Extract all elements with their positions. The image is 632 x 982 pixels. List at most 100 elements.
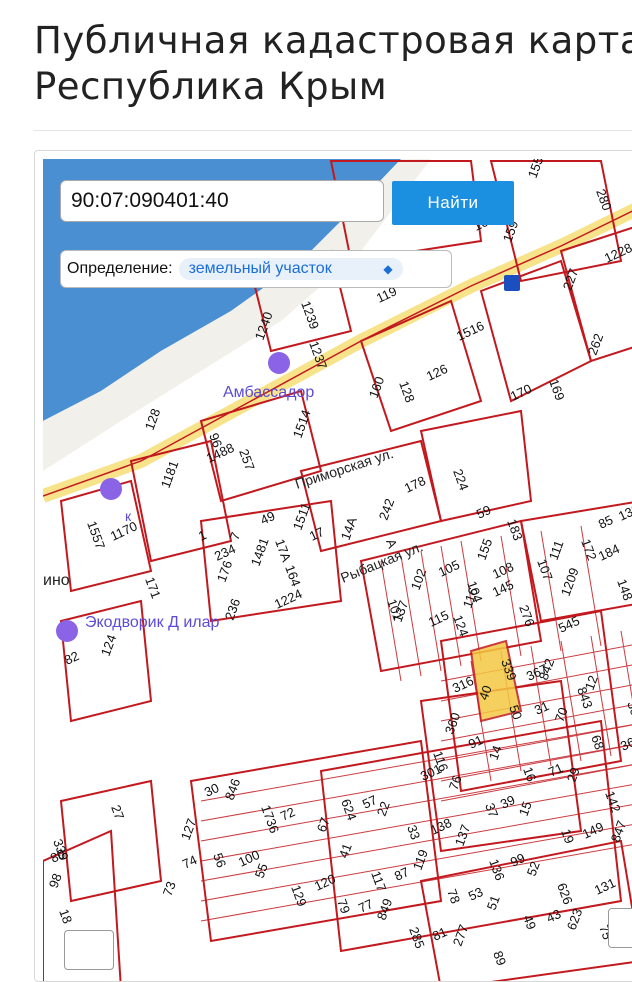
parcel-number-label: 73	[160, 879, 179, 898]
parcel-number-label: 17A	[272, 537, 294, 564]
parcel-number-label: 76	[446, 773, 465, 792]
parcel-number-label: 19	[558, 827, 577, 846]
parcel-number-label: 1209	[558, 566, 582, 598]
parcel-number-label: 224	[450, 467, 472, 493]
parcel-number-label: 1181	[158, 459, 182, 490]
parcel-number-label: 624	[338, 797, 360, 823]
parcel-number-label: 545	[556, 613, 582, 636]
parcel-number-label: 91	[466, 732, 485, 752]
parcel-number-label: 169	[546, 377, 568, 403]
parcel-number-label: 142	[602, 789, 624, 815]
parcel-number-label: 99	[508, 850, 527, 870]
parcel-number-label: 53	[466, 884, 485, 904]
parcel-number-label: 131	[592, 875, 618, 898]
parcel-number-label: 59	[474, 502, 493, 522]
parcel-number-label: 98	[46, 871, 65, 890]
parcel-number-label: 178	[402, 473, 428, 496]
place-label-ino: ино	[43, 572, 70, 589]
parcel-number-label: 626	[554, 881, 576, 907]
search-button[interactable]: Найти	[392, 181, 514, 225]
parcel-number-label: 56	[210, 851, 229, 870]
parcel-number-label: 1511	[290, 501, 314, 532]
parcel-number-label: 43	[544, 906, 563, 926]
parcel-number-label: 128	[396, 379, 418, 405]
parcel-number-label: 148	[614, 577, 632, 603]
parcel-number-label: 105	[436, 557, 462, 580]
parcel-number-label: 128	[142, 407, 164, 433]
parcel-number-label: 1239	[298, 299, 322, 331]
parcel-number-label: 1170	[108, 518, 140, 543]
parcel-number-label: 107	[534, 557, 556, 583]
parcel-number-label: 30	[202, 780, 221, 800]
parcel-number-label: 171	[142, 575, 164, 601]
definition-label: Определение:	[67, 260, 173, 277]
layers-button[interactable]	[64, 930, 114, 970]
parcel-number-label: 277	[450, 923, 472, 949]
parcel-number-label: 70	[552, 705, 571, 724]
parcel-number-label: 1	[196, 527, 209, 544]
parcel-number-label: 102	[408, 567, 430, 593]
parcel-number-label: 242	[376, 497, 398, 523]
definition-selected-value: земельный участок	[188, 260, 332, 277]
title-divider	[34, 130, 632, 131]
chevron-updown-icon: ◆	[383, 262, 393, 276]
parcel-number-label: 41	[336, 841, 355, 860]
cadastral-number-input[interactable]	[60, 180, 384, 222]
parcel-number-label: 85	[596, 512, 615, 532]
parcel-number-label: 78	[444, 887, 463, 906]
parcel-number-label: 124	[450, 613, 472, 639]
poi-ecodvorik-icon	[56, 620, 78, 642]
parcel-number-label: 842	[536, 657, 558, 683]
parcel-number-label: 847	[608, 819, 630, 845]
parcel-number-label: 51	[484, 893, 503, 912]
parcel-number-label: 155	[474, 537, 496, 563]
parcel-number-label: 18	[56, 907, 75, 926]
page-title: Публичная кадастровая карта Республика К…	[34, 19, 632, 108]
parcel-number-label: 124	[98, 633, 120, 659]
parcel-number-label: 37	[482, 801, 501, 820]
definition-row: Определение: земельный участок ◆	[60, 250, 452, 288]
parcel-number-label: 89	[490, 949, 509, 968]
parcel-number-label: 14A	[338, 515, 360, 542]
parcel-number-label: 7	[227, 530, 244, 542]
parcel-number-label: 137	[452, 823, 474, 849]
parcel-number-label: 136	[486, 857, 508, 883]
parcel-number-label: 305	[624, 699, 632, 725]
parcel-number-label: 149	[580, 819, 606, 842]
parcel-number-label: 1516	[454, 318, 487, 344]
parcel-number-label: 119	[410, 847, 431, 872]
parcel-number-label: 285	[406, 925, 428, 951]
parcel-number-label: 170	[508, 381, 534, 404]
parcel-number-label: 17	[307, 524, 326, 544]
parcel-number-label: 360	[442, 711, 464, 737]
parcel-number-label: 1550	[525, 159, 549, 180]
parcel-number-label: 138	[428, 815, 454, 838]
parcel-number-label: 849	[374, 897, 396, 923]
parcel-number-label: 160	[366, 375, 388, 401]
parcel-number-label: 115	[426, 607, 451, 629]
parcel-number-label: 236	[222, 597, 244, 623]
parcel-number-label: 117	[368, 869, 389, 894]
parcel-number-label: 257	[236, 447, 258, 473]
fullscreen-button[interactable]	[608, 908, 632, 948]
poi-restaurant-icon	[100, 478, 122, 500]
parcel-number-label: 316	[450, 673, 476, 696]
parcel-number-label: 74	[180, 852, 199, 872]
parcel-number-label: 16	[520, 765, 539, 784]
transport-icon	[504, 275, 520, 291]
parcel-number-label: 1557	[84, 519, 108, 551]
parcel-number-label: 39	[498, 792, 517, 812]
parcel-number-label: 262	[585, 332, 607, 358]
parcel-number-label: 164	[282, 563, 304, 589]
parcel-number-label: 27	[108, 803, 127, 822]
parcel-number-label: 108	[490, 559, 516, 582]
poi-ambassador-label: Амбассадор	[223, 384, 314, 401]
definition-select[interactable]: земельный участок ◆	[178, 258, 403, 280]
parcel-number-label: 33	[404, 823, 423, 842]
poi-ecodvorik-label: Экодворик Д илар	[85, 614, 220, 631]
parcel-number-label: 14	[486, 743, 505, 762]
parcel-number-label: 55	[252, 861, 271, 880]
parcel-number-label: 126	[424, 361, 450, 384]
parcel-number-label: 145	[490, 577, 516, 600]
poi-ambassador-icon	[268, 352, 290, 374]
